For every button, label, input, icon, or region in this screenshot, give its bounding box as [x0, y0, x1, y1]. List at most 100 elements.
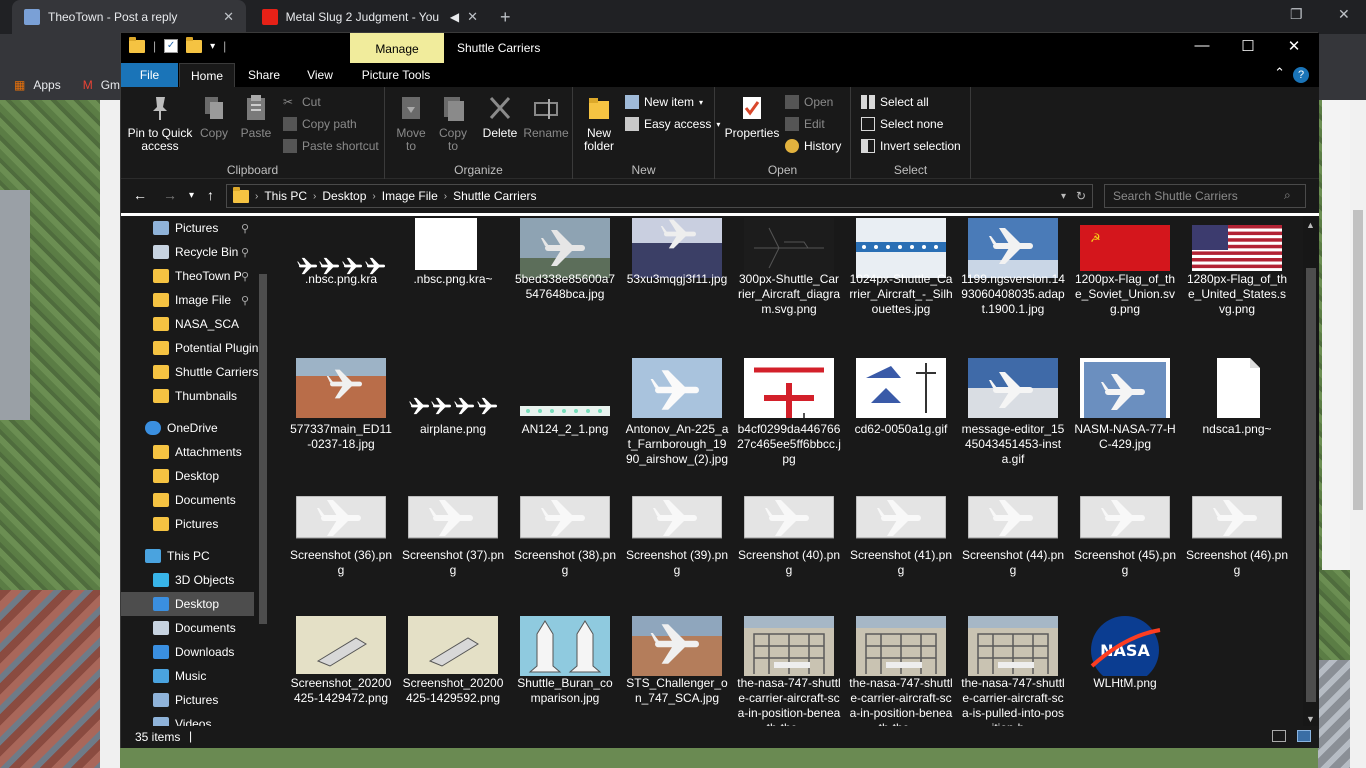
file-tile[interactable]: 300px-Shuttle_Carrier_Aircraft_diagram.s…: [737, 216, 841, 346]
large-icons-view-icon[interactable]: [1297, 730, 1311, 742]
file-tile[interactable]: 1199.ngsversion.1493060408035.adapt.1900…: [961, 216, 1065, 346]
tab-picture-tools[interactable]: Picture Tools: [353, 63, 439, 87]
nav-item[interactable]: Pictures ⚲: [121, 216, 271, 240]
file-tile[interactable]: STS_Challenger_on_747_SCA.jpg: [625, 604, 729, 726]
nav-item[interactable]: Downloads: [121, 640, 271, 664]
nav-item[interactable]: Recycle Bin ⚲: [121, 240, 271, 264]
file-tile[interactable]: Screenshot (39).png: [625, 488, 729, 618]
file-tile[interactable]: message-editor_1545043451453-insta.gif: [961, 350, 1065, 480]
recent-locations-chevron-icon[interactable]: ▾: [189, 190, 194, 201]
collapse-ribbon-icon[interactable]: ⌃: [1274, 65, 1285, 81]
refresh-icon[interactable]: ↻: [1076, 189, 1086, 203]
tab-share[interactable]: Share: [239, 63, 289, 87]
browser-close-icon[interactable]: ✕: [1338, 6, 1350, 23]
rename-button[interactable]: Rename: [523, 93, 569, 140]
address-bar[interactable]: › This PC › Desktop › Image File › Shutt…: [226, 184, 1093, 208]
history-button[interactable]: History: [785, 139, 841, 153]
scroll-down-icon[interactable]: ▼: [1306, 714, 1315, 724]
nav-item[interactable]: Pictures: [121, 688, 271, 712]
file-tile[interactable]: AN124_2_1.png: [513, 350, 617, 480]
nav-item[interactable]: Image File ⚲: [121, 288, 271, 312]
details-view-icon[interactable]: [1272, 730, 1286, 742]
file-tile[interactable]: 1024px-Shuttle_Carrier_Aircraft_-_Silhou…: [849, 216, 953, 346]
minimize-button[interactable]: —: [1179, 37, 1225, 54]
file-tile[interactable]: Screenshot (46).png: [1185, 488, 1289, 618]
context-tab-manage[interactable]: Manage: [350, 33, 444, 63]
select-none-button[interactable]: Select none: [861, 117, 943, 131]
file-tile[interactable]: .nbsc.png.kra~: [401, 216, 505, 346]
nav-item[interactable]: Documents: [121, 488, 271, 512]
pin-to-quick-access-button[interactable]: Pin to Quick access: [127, 93, 193, 153]
page-scrollbar-thumb[interactable]: [1353, 210, 1363, 510]
scroll-up-icon[interactable]: ▲: [1306, 220, 1315, 230]
help-icon[interactable]: ?: [1293, 67, 1309, 83]
new-folder-qat-icon[interactable]: [186, 36, 203, 53]
file-tile[interactable]: ☭ 1200px-Flag_of_the_Soviet_Union.svg.png: [1073, 216, 1177, 346]
file-tile[interactable]: 577337main_ED11-0237-18.jpg: [289, 350, 393, 480]
file-tile[interactable]: airplane.png: [401, 350, 505, 480]
tab-home[interactable]: Home: [179, 63, 235, 87]
file-list-scrollbar-thumb[interactable]: [1306, 268, 1316, 702]
nav-item[interactable]: Thumbnails: [121, 384, 271, 408]
file-list-scrollbar[interactable]: ▲ ▼: [1303, 216, 1319, 726]
nav-item[interactable]: Documents: [121, 616, 271, 640]
file-tile[interactable]: ndsca1.png~: [1185, 350, 1289, 480]
select-all-button[interactable]: Select all: [861, 95, 929, 109]
copy-path-button[interactable]: Copy path: [283, 117, 357, 131]
nav-item[interactable]: Music: [121, 664, 271, 688]
breadcrumb-shuttle-carriers[interactable]: Shuttle Carriers: [453, 189, 536, 203]
file-tile[interactable]: the-nasa-747-shuttle-carrier-aircraft-sc…: [961, 604, 1065, 726]
browser-restore-icon[interactable]: ❐: [1290, 6, 1303, 23]
maximize-button[interactable]: ☐: [1225, 37, 1271, 55]
file-tile[interactable]: Screenshot_20200425-1429472.png: [289, 604, 393, 726]
nav-item[interactable]: NASA_SCA: [121, 312, 271, 336]
paste-button[interactable]: Paste: [237, 93, 275, 140]
file-tile[interactable]: Screenshot (40).png: [737, 488, 841, 618]
nav-item[interactable]: Desktop: [121, 464, 271, 488]
file-tile[interactable]: the-nasa-747-shuttle-carrier-aircraft-sc…: [849, 604, 953, 726]
tab-view[interactable]: View: [295, 63, 345, 87]
nav-item[interactable]: Shuttle Carriers: [121, 360, 271, 384]
close-tab-icon[interactable]: ✕: [467, 9, 478, 25]
file-tile[interactable]: 1280px-Flag_of_the_United_States.svg.png: [1185, 216, 1289, 346]
file-tile[interactable]: NASM-NASA-77-HC-429.jpg: [1073, 350, 1177, 480]
cut-button[interactable]: ✂ Cut: [283, 95, 321, 109]
file-tile[interactable]: Shuttle_Buran_comparison.jpg: [513, 604, 617, 726]
nav-item[interactable]: Attachments: [121, 440, 271, 464]
nav-item[interactable]: TheoTown P ⚲: [121, 264, 271, 288]
nav-item[interactable]: Desktop: [121, 592, 254, 616]
move-to-button[interactable]: Move to: [391, 93, 431, 153]
browser-tab-theotown[interactable]: TheoTown - Post a reply ✕: [12, 0, 246, 34]
file-tile[interactable]: cd62-0050a1g.gif: [849, 350, 953, 480]
easy-access-button[interactable]: Easy access ▾: [625, 117, 720, 131]
new-folder-button[interactable]: New folder: [579, 93, 619, 153]
edit-button[interactable]: Edit: [785, 117, 825, 131]
new-item-button[interactable]: New item ▾: [625, 95, 703, 109]
file-tile[interactable]: b4cf0299da44676627c465ee5ff6bbcc.jpg: [737, 350, 841, 480]
search-input[interactable]: Search Shuttle Carriers: [1104, 184, 1306, 208]
nav-item[interactable]: 3D Objects: [121, 568, 271, 592]
invert-selection-button[interactable]: Invert selection: [861, 139, 961, 153]
delete-button[interactable]: Delete: [479, 93, 521, 140]
breadcrumb-this-pc[interactable]: This PC: [264, 189, 307, 203]
breadcrumb-image-file[interactable]: Image File: [382, 189, 438, 203]
file-tile[interactable]: Screenshot (36).png: [289, 488, 393, 618]
forward-arrow-icon[interactable]: →: [163, 187, 177, 203]
file-tile[interactable]: Screenshot_20200425-1429592.png: [401, 604, 505, 726]
file-tile[interactable]: NASA WLHtM.png: [1073, 604, 1177, 726]
file-tile[interactable]: Screenshot (44).png: [961, 488, 1065, 618]
properties-button[interactable]: Properties: [721, 93, 783, 140]
nav-item[interactable]: Pictures: [121, 512, 271, 536]
file-tile[interactable]: Antonov_An-225_at_Farnborough_1990_airsh…: [625, 350, 729, 480]
close-button[interactable]: ✕: [1271, 37, 1317, 55]
up-arrow-icon[interactable]: ↑: [207, 187, 214, 203]
nav-item[interactable]: Potential Plugin: [121, 336, 271, 360]
paste-shortcut-button[interactable]: Paste shortcut: [283, 139, 379, 153]
copy-to-button[interactable]: Copy to: [433, 93, 473, 153]
file-tile[interactable]: .nbsc.png.kra: [289, 216, 393, 346]
nav-item[interactable]: This PC: [121, 544, 271, 568]
new-tab-icon[interactable]: +: [500, 7, 511, 28]
nav-item[interactable]: Videos: [121, 712, 271, 726]
file-tile[interactable]: the-nasa-747-shuttle-carrier-aircraft-sc…: [737, 604, 841, 726]
address-dropdown-icon[interactable]: ▾: [1061, 191, 1066, 202]
